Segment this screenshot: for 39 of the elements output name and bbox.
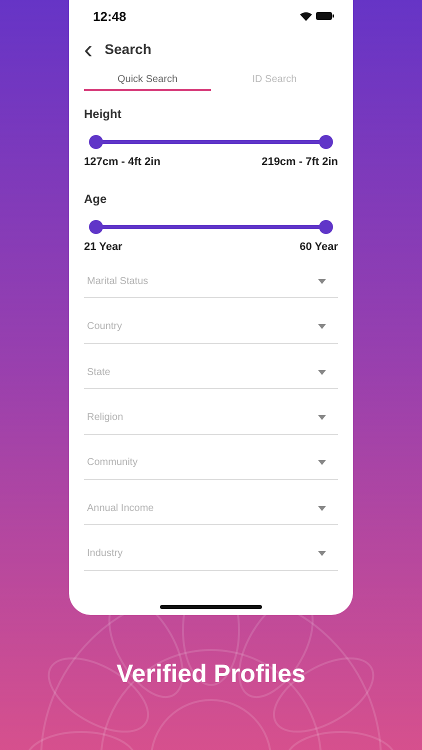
- min-value: 127cm - 4ft 2in: [84, 156, 160, 168]
- dropdown-placeholder: Marital Status: [87, 276, 148, 287]
- max-value: 60 Year: [300, 241, 338, 253]
- dropdown-placeholder: State: [87, 366, 110, 378]
- dropdown-field[interactable]: State: [84, 356, 338, 390]
- caret-icon: [318, 415, 326, 420]
- dropdown-field[interactable]: Community: [84, 446, 338, 480]
- dropdown-field[interactable]: Religion: [84, 402, 338, 435]
- slider-thumb[interactable]: [319, 220, 333, 234]
- caret-icon: [318, 460, 326, 466]
- wifi-icon: [300, 12, 312, 20]
- page-title: Search: [104, 41, 152, 57]
- status-time: 12:48: [93, 8, 126, 24]
- dropdown-placeholder: Country: [87, 321, 122, 332]
- caret-icon: [318, 324, 326, 330]
- slider-label: Age: [84, 192, 108, 206]
- dropdown-placeholder: Religion: [87, 412, 124, 424]
- slider-thumb[interactable]: [89, 135, 103, 149]
- tab[interactable]: Quick Search: [84, 68, 211, 91]
- slider-thumb[interactable]: [89, 220, 103, 234]
- dropdown-placeholder: Community: [87, 457, 138, 468]
- max-value: 219cm - 7ft 2in: [262, 156, 338, 168]
- dropdown-placeholder: Annual Income: [87, 502, 154, 514]
- caret-icon: [318, 506, 326, 511]
- tab[interactable]: ID Search: [211, 68, 338, 91]
- dropdown-field[interactable]: Annual Income: [84, 492, 338, 526]
- slider-label: Height: [84, 107, 122, 121]
- caret-icon: [318, 370, 326, 375]
- dropdown-field[interactable]: Industry: [84, 538, 338, 571]
- min-value: 21 Year: [84, 241, 122, 253]
- slider-thumb[interactable]: [319, 135, 333, 149]
- back-button[interactable]: ‹: [84, 36, 93, 62]
- caret-icon: [318, 278, 326, 284]
- caret-icon: [318, 551, 326, 556]
- dropdown-field[interactable]: Country: [84, 310, 338, 344]
- battery-icon: [316, 12, 334, 20]
- dropdown-placeholder: Industry: [87, 548, 123, 560]
- caption: Verified Profiles: [116, 660, 306, 689]
- dropdown-field[interactable]: Marital Status: [84, 265, 338, 298]
